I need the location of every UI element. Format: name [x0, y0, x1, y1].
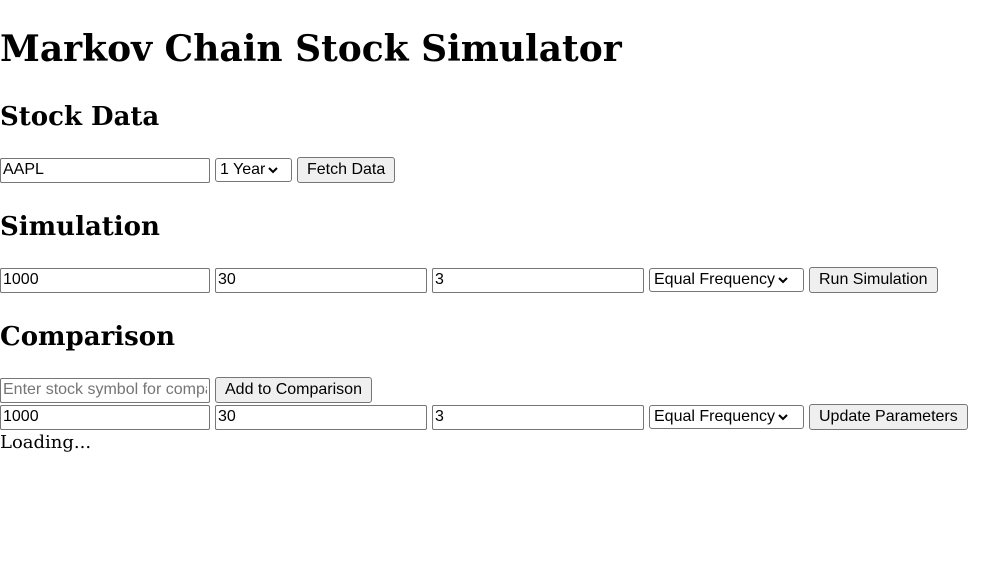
loading-status: Loading...: [0, 432, 92, 453]
add-to-comparison-button[interactable]: Add to Comparison: [215, 377, 372, 403]
stock-data-heading: Stock Data: [0, 102, 160, 132]
fetch-data-button[interactable]: Fetch Data: [297, 157, 396, 183]
chevron-down-icon: [268, 167, 279, 174]
page-title: Markov Chain Stock Simulator: [0, 28, 622, 70]
comparison-heading: Comparison: [0, 322, 176, 352]
comparison-symbol-input[interactable]: [0, 377, 210, 403]
comparison-binning-method-select[interactable]: Equal Frequency: [649, 405, 804, 429]
num-days-input[interactable]: [215, 267, 427, 293]
simulation-controls: Equal Frequency Run Simulation: [0, 267, 938, 293]
comparison-num-states-input[interactable]: [432, 404, 644, 430]
comparison-num-simulations-input[interactable]: [0, 404, 210, 430]
stock-data-controls: 1 Year Fetch Data: [0, 157, 396, 183]
num-states-input[interactable]: [432, 267, 644, 293]
chevron-down-icon: [778, 414, 788, 421]
comparison-num-days-input[interactable]: [215, 404, 427, 430]
period-select-value: 1 Year: [220, 161, 266, 178]
page: Markov Chain Stock Simulator Stock Data …: [0, 0, 1001, 573]
update-parameters-button[interactable]: Update Parameters: [809, 404, 968, 430]
run-simulation-button[interactable]: Run Simulation: [809, 267, 938, 293]
comparison-add-controls: Add to Comparison: [0, 377, 372, 403]
binning-method-select[interactable]: Equal Frequency: [649, 268, 804, 292]
binning-method-value: Equal Frequency: [654, 271, 775, 288]
comparison-binning-method-value: Equal Frequency: [654, 408, 775, 425]
period-select[interactable]: 1 Year: [215, 158, 292, 182]
num-simulations-input[interactable]: [0, 267, 210, 293]
chevron-down-icon: [778, 277, 788, 284]
stock-symbol-input[interactable]: [0, 157, 210, 183]
simulation-heading: Simulation: [0, 212, 160, 242]
comparison-parameter-controls: Equal Frequency Update Parameters: [0, 404, 968, 430]
